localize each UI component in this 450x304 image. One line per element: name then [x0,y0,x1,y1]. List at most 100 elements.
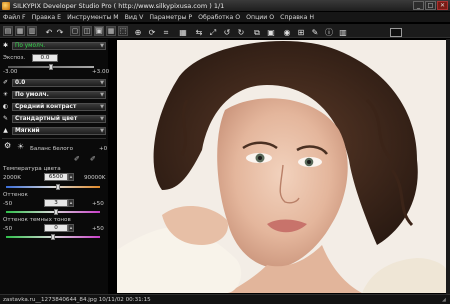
chevron-down-icon: ▼ [100,115,104,122]
maximize-button[interactable]: □ [425,1,436,10]
sun-icon: ☀ [2,91,9,98]
tint-slider-handle[interactable] [53,209,58,215]
develop-icon[interactable]: ◉ [282,28,292,38]
tint-input[interactable]: 3 [44,199,68,207]
contrast-row: ◐ Средний контраст ▼ [2,102,106,111]
wb-auto-icon[interactable]: ☀ [17,142,24,151]
save-icon[interactable]: ▦ [15,26,25,36]
window-controls: _ □ ✕ [413,1,448,10]
menu-options[interactable]: Опции O [246,14,274,21]
histogram-icon[interactable]: ▥ [338,28,348,38]
view-preview-icon[interactable]: ▣ [94,26,104,36]
fit-icon[interactable]: ⤢ [208,28,218,38]
chevron-down-icon: ▼ [100,91,104,98]
view-compare-icon[interactable]: ◫ [82,26,92,36]
dark-tint-label: Оттенок темных тонов [3,217,71,223]
contrast-icon: ◐ [2,103,9,110]
tint-spin[interactable]: ▴ [68,199,74,207]
wb-preset-row: ☀ По умолч. ▼ [2,90,106,99]
close-button[interactable]: ✕ [437,1,448,10]
chevron-down-icon: ▼ [100,127,104,134]
zoom-icon[interactable]: ⊕ [133,28,143,38]
grid-icon[interactable]: ▦ [178,28,188,38]
sharpness-row: ▲ Мягкий ▼ [2,126,106,135]
print-icon[interactable]: ▥ [27,26,37,36]
minimize-button[interactable]: _ [413,1,424,10]
menu-tools[interactable]: Инструменты M [67,14,119,21]
temperature-input[interactable]: 6500 [44,173,68,181]
monitor-icon[interactable] [390,28,402,37]
redo-icon[interactable]: ↷ [55,28,65,38]
rotate-right-icon[interactable]: ↻ [236,28,246,38]
wb-section-label: Баланс белого [30,146,74,152]
resize-grip-icon[interactable]: ◢ [442,297,448,303]
color-dropdown[interactable]: Стандартный цвет ▼ [12,114,106,123]
undo-icon[interactable]: ↶ [44,28,54,38]
batch-icon[interactable]: ⊞ [296,28,306,38]
exposure-min: -3.00 [3,69,18,75]
sharpness-icon: ▲ [3,127,8,134]
image-viewer[interactable] [109,39,446,294]
exposure-label: Экспоз. [3,55,26,61]
tint-max: +50 [92,201,104,207]
silkypix-logo-icon [2,1,10,10]
wb-value-dropdown[interactable]: 0.0 ▼ [12,78,106,87]
exposure-slider-handle[interactable] [49,64,53,70]
wb-value-row: ✐ 0.0 ▼ [2,78,106,87]
rotate-left-icon[interactable]: ↺ [222,28,232,38]
contrast-dropdown[interactable]: Средний контраст ▼ [12,102,106,111]
menu-view[interactable]: Вид V [125,14,144,21]
eyedropper-icon: ✐ [2,79,9,86]
chevron-down-icon: ▼ [100,79,104,86]
wb-preset-dropdown[interactable]: По умолч. ▼ [12,90,106,99]
info-icon[interactable]: ⓘ [324,28,334,38]
wb-value: 0.0 [15,79,26,86]
wb-tool-icon[interactable]: ⚙ [4,141,11,150]
view-thumbnail-icon[interactable]: ▦ [106,26,116,36]
sharpness-value: Мягкий [15,127,40,134]
dark-tint-min: -50 [3,226,13,232]
title-bar: SILKYPIX Developer Studio Pro ( http://w… [0,0,450,11]
temperature-slider[interactable] [6,186,100,188]
tint-label: Оттенок [3,192,28,198]
rotate-icon[interactable]: ⟳ [147,28,157,38]
menu-parameters[interactable]: Параметры P [149,14,192,21]
view-single-icon[interactable]: ▢ [70,26,80,36]
paste-icon[interactable]: ▣ [266,28,276,38]
color-icon: ✎ [2,115,9,122]
temperature-spin[interactable]: ▴ [68,173,74,181]
dark-tint-spin[interactable]: ▴ [68,224,74,232]
temperature-label: Температура цвета [3,166,61,172]
photo-portrait [117,40,446,293]
dark-tint-input[interactable]: 0 [44,224,68,232]
preset-dropdown[interactable]: По умолч. ▼ [12,41,106,50]
flip-icon[interactable]: ⇆ [194,28,204,38]
view-fullscreen-icon[interactable]: ⬚ [118,26,128,36]
wb-preset-value: По умолч. [15,91,49,98]
crop-icon[interactable]: ⌗ [161,28,171,38]
gear-icon: ✱ [2,42,9,49]
menu-edit[interactable]: Правка E [32,14,61,21]
portrait-illustration [117,40,446,293]
exposure-max: +3.00 [92,69,110,75]
eyedropper-gray-icon[interactable]: ✐ [90,155,96,163]
sharpness-dropdown[interactable]: Мягкий ▼ [12,126,106,135]
copy-icon[interactable]: ⧉ [252,28,262,38]
preset-value: По умолч. [15,42,46,49]
open-folder-icon[interactable]: ▤ [3,26,13,36]
vertical-scrollbar[interactable] [446,39,450,294]
dark-tint-slider-handle[interactable] [51,234,55,240]
menu-processing[interactable]: Обработка O [198,14,240,21]
menu-file[interactable]: Файл F [3,14,26,21]
eyedropper-icon[interactable]: ✐ [74,155,80,163]
menu-help[interactable]: Справка H [280,14,314,21]
menu-bar: Файл F Правка E Инструменты M Вид V Пара… [0,12,450,22]
contrast-value: Средний контраст [15,103,77,110]
exposure-input[interactable]: 0.0 [32,54,58,62]
dark-tint-max: +50 [92,226,104,232]
color-value: Стандартный цвет [15,115,78,122]
temperature-min: 2000K [3,175,21,181]
stamp-icon[interactable]: ✎ [310,28,320,38]
temperature-slider-handle[interactable] [55,184,60,190]
tint-min: -50 [3,201,13,207]
